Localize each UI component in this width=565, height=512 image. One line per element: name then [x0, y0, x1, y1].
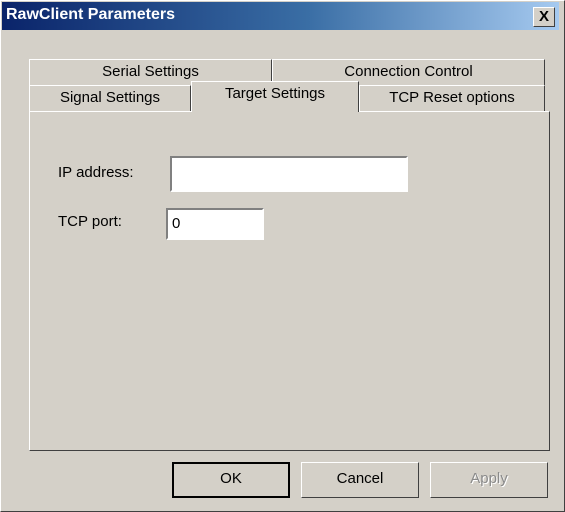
close-icon: X	[538, 8, 549, 25]
ok-button[interactable]: OK	[172, 462, 290, 498]
cancel-button[interactable]: Cancel	[301, 462, 419, 498]
tab-target-settings[interactable]: Target Settings	[191, 81, 359, 112]
tcp-port-field[interactable]: 0	[166, 208, 264, 240]
window-title: RawClient Parameters	[6, 6, 175, 23]
tab-label: Serial Settings	[102, 63, 199, 80]
ip-address-label: IP address:	[58, 164, 134, 181]
tab-label: Connection Control	[344, 63, 473, 80]
tab-tcp-reset-options[interactable]: TCP Reset options	[359, 85, 545, 111]
ip-address-field[interactable]	[170, 156, 408, 192]
close-button[interactable]: X	[533, 7, 555, 27]
tcp-port-label: TCP port:	[58, 213, 122, 230]
apply-button[interactable]: Apply	[430, 462, 548, 498]
dialog-window: RawClient Parameters X Serial Settings C…	[0, 0, 565, 512]
tab-label: Signal Settings	[59, 89, 161, 106]
tab-label: Target Settings	[224, 85, 326, 102]
tab-signal-settings[interactable]: Signal Settings	[29, 85, 191, 111]
tab-panel: IP address: TCP port: 0	[29, 111, 550, 451]
title-bar: RawClient Parameters X	[2, 2, 559, 30]
tab-label: TCP Reset options	[389, 89, 515, 106]
